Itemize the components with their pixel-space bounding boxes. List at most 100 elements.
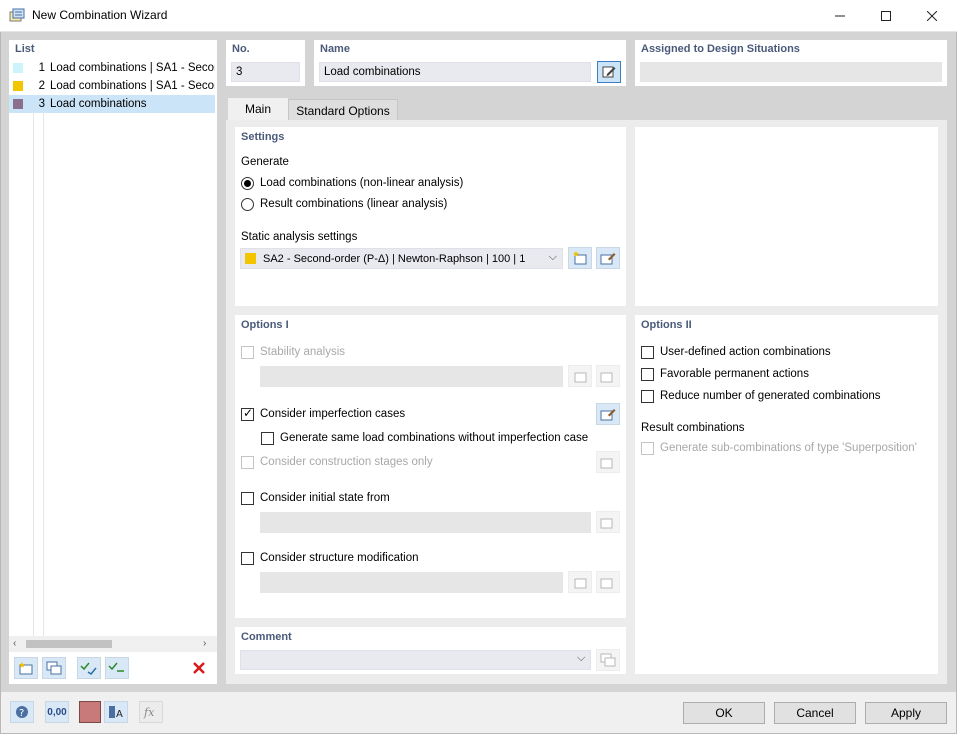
copy-comment-icon[interactable]	[596, 649, 620, 671]
result-combinations-header: Result combinations	[641, 422, 745, 434]
close-button[interactable]	[909, 0, 955, 32]
toggle-check-icon[interactable]	[105, 657, 129, 679]
svg-text:fx: fx	[143, 706, 155, 719]
minimize-button[interactable]	[817, 0, 863, 32]
tab-standard-options[interactable]: Standard Options	[288, 99, 398, 121]
reduce-label[interactable]: Reduce number of generated combinations	[660, 390, 881, 402]
name-field[interactable]: Load combinations	[319, 62, 591, 82]
number-label: No.	[232, 43, 250, 55]
decimal-places-button[interactable]: 0,00	[45, 701, 69, 723]
tree-guide	[33, 112, 34, 636]
favorable-label[interactable]: Favorable permanent actions	[660, 368, 809, 380]
horizontal-scrollbar[interactable]: ‹ ›	[9, 636, 217, 652]
delete-icon[interactable]	[187, 657, 211, 679]
edit-stability-icon	[596, 365, 620, 387]
user-defined-checkbox[interactable]	[641, 346, 654, 359]
list: 1 Load combinations | SA1 - Secon 2 Load…	[9, 59, 217, 131]
initial-state-checkbox[interactable]	[241, 492, 254, 505]
load-combinations-radio[interactable]	[241, 177, 254, 190]
stability-analysis-checkbox[interactable]	[241, 346, 254, 359]
apply-button[interactable]: Apply	[865, 702, 947, 724]
scroll-right-icon[interactable]: ›	[203, 638, 206, 649]
check-all-icon[interactable]	[77, 657, 101, 679]
maximize-button[interactable]	[863, 0, 909, 32]
new-item-icon[interactable]	[14, 657, 38, 679]
user-defined-label[interactable]: User-defined action combinations	[660, 346, 831, 358]
load-combinations-label[interactable]: Load combinations (non-linear analysis)	[260, 177, 463, 189]
window-title: New Combination Wizard	[32, 8, 168, 22]
settings-header: Settings	[241, 131, 285, 143]
cancel-button[interactable]: Cancel	[774, 702, 856, 724]
list-panel: List 1 Load combinations | SA1 - Secon 2…	[9, 40, 217, 684]
formula-icon[interactable]: fx	[139, 701, 163, 723]
help-icon[interactable]: ?	[10, 701, 34, 723]
comment-select[interactable]	[240, 650, 591, 670]
color-swatch	[13, 99, 23, 109]
construction-stages-label: Consider construction stages only	[260, 456, 433, 468]
options-ii-panel: Options II User-defined action combinati…	[635, 315, 938, 674]
static-analysis-select[interactable]: SA2 - Second-order (P-Δ) | Newton-Raphso…	[240, 248, 563, 269]
edit-initial-state-icon	[596, 511, 620, 533]
comment-panel: Comment ⌵	[235, 627, 626, 674]
same-without-imperfection-label[interactable]: Generate same load combinations without …	[280, 432, 588, 444]
result-combinations-radio[interactable]	[241, 198, 254, 211]
sub-combinations-checkbox[interactable]	[641, 442, 654, 455]
scroll-left-icon[interactable]: ‹	[13, 638, 16, 649]
same-without-imperfection-checkbox[interactable]	[261, 432, 274, 445]
edit-name-icon[interactable]	[597, 61, 621, 83]
chevron-down-icon: ⌵	[577, 652, 586, 664]
color-swatch	[13, 63, 23, 73]
construction-stages-checkbox[interactable]	[241, 456, 254, 469]
initial-state-label[interactable]: Consider initial state from	[260, 492, 390, 504]
list-header: List	[15, 43, 35, 55]
options-ii-header: Options II	[641, 319, 692, 331]
edit-construction-icon	[596, 451, 620, 473]
list-item-selected[interactable]: 3 Load combinations	[9, 95, 215, 113]
preview-panel	[635, 127, 938, 306]
initial-state-select	[260, 512, 591, 533]
ok-button[interactable]: OK	[683, 702, 765, 724]
options-i-header: Options I	[241, 319, 289, 331]
stability-analysis-label: Stability analysis	[260, 346, 346, 358]
edit-settings-icon[interactable]	[596, 247, 620, 269]
assigned-field	[640, 62, 942, 82]
copy-item-icon[interactable]	[42, 657, 66, 679]
static-analysis-label: Static analysis settings	[241, 231, 358, 243]
imperfection-checkbox[interactable]	[241, 406, 254, 421]
reduce-checkbox[interactable]	[641, 390, 654, 403]
app-icon	[9, 8, 25, 23]
comment-header: Comment	[241, 631, 292, 643]
list-item[interactable]: 1 Load combinations | SA1 - Secon	[9, 59, 215, 77]
scroll-thumb[interactable]	[26, 640, 112, 648]
color-swatch	[245, 253, 256, 264]
number-field[interactable]: 3	[231, 62, 300, 82]
color-swatch	[13, 81, 23, 91]
svg-text:A: A	[116, 709, 123, 720]
structure-modification-checkbox[interactable]	[241, 552, 254, 565]
generate-label: Generate	[241, 156, 289, 168]
sub-combinations-label: Generate sub-combinations of type 'Super…	[660, 442, 917, 454]
imperfection-label[interactable]: Consider imperfection cases	[260, 408, 405, 420]
new-stability-icon	[568, 365, 592, 387]
stability-select	[260, 366, 563, 387]
edit-modification-icon	[596, 571, 620, 593]
name-section: Name Load combinations	[314, 40, 626, 86]
title-bar: New Combination Wizard	[0, 0, 957, 32]
options-i-panel: Options I Stability analysis Consider im…	[235, 315, 626, 618]
settings-panel: Settings Generate Load combinations (non…	[235, 127, 626, 306]
list-item[interactable]: 2 Load combinations | SA1 - Secon	[9, 77, 215, 95]
structure-modification-label[interactable]: Consider structure modification	[260, 552, 419, 564]
number-section: No. 3	[226, 40, 305, 86]
new-settings-icon[interactable]	[568, 247, 592, 269]
new-modification-icon	[568, 571, 592, 593]
structure-modification-select	[260, 572, 563, 593]
assigned-section: Assigned to Design Situations	[635, 40, 947, 86]
edit-imperfection-icon[interactable]	[596, 403, 620, 425]
color-button[interactable]	[79, 701, 101, 723]
result-combinations-label[interactable]: Result combinations (linear analysis)	[260, 198, 447, 210]
assigned-label: Assigned to Design Situations	[641, 43, 800, 55]
name-label: Name	[320, 43, 350, 55]
display-settings-icon[interactable]: A	[104, 701, 128, 723]
tab-main[interactable]: Main	[228, 98, 288, 120]
favorable-checkbox[interactable]	[641, 368, 654, 381]
